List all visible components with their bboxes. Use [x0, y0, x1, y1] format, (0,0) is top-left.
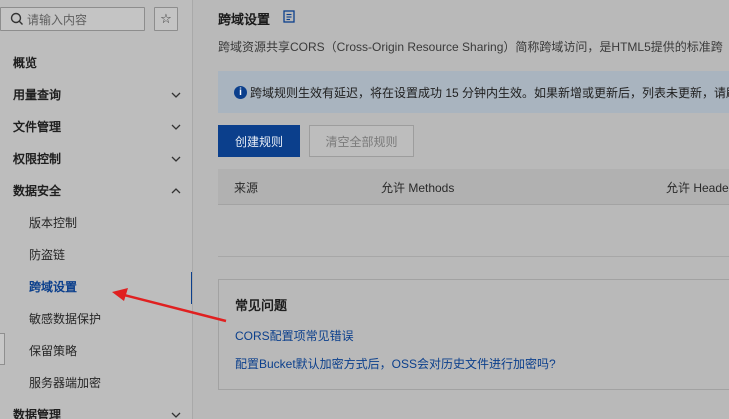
sidebar-subitem-hotlink[interactable]: 防盗链 [0, 239, 192, 271]
sidebar-search-row: ☆ [0, 7, 192, 33]
sidebar-item-data-management[interactable]: 数据管理 [0, 399, 192, 419]
sidebar-subitem-sensitive-data[interactable]: 敏感数据保护 [0, 303, 192, 335]
chevron-down-icon [171, 412, 181, 418]
sidebar-subitem-label: 敏感数据保护 [29, 312, 102, 326]
search-input[interactable] [27, 11, 139, 28]
sidebar-item-label: 文件管理 [13, 120, 62, 134]
column-header-headers: 允许 Heade [666, 181, 729, 195]
faq-link-bucket-encryption[interactable]: 配置Bucket默认加密方式后，OSS会对历史文件进行加密吗? [235, 355, 556, 372]
page-title: 跨域设置 [218, 12, 271, 27]
sidebar-subitem-label: 服务器端加密 [29, 376, 102, 390]
active-indicator [191, 272, 192, 304]
chevron-down-icon [171, 92, 181, 98]
column-header-methods: 允许 Methods [381, 181, 455, 195]
sidebar-item-files[interactable]: 文件管理 [0, 111, 192, 143]
sidebar-item-label: 概览 [13, 56, 38, 70]
faq-title: 常见问题 [235, 298, 288, 313]
main-content: 跨域设置 跨域资源共享CORS（Cross-Origin Resource Sh… [194, 0, 729, 419]
sidebar-item-usage[interactable]: 用量查询 [0, 79, 192, 111]
sidebar-item-label: 权限控制 [13, 152, 62, 166]
search-box[interactable] [0, 7, 145, 31]
sidebar: ☆ 概览 用量查询 文件管理 权限控制 数据安全 版本控制 防盗链 跨域设 [0, 0, 193, 419]
rules-table-body [218, 205, 729, 257]
faq-panel: 常见问题 CORS配置项常见错误 配置Bucket默认加密方式后，OSS会对历史… [218, 279, 729, 390]
chevron-up-icon [171, 188, 181, 194]
document-icon[interactable] [283, 10, 295, 23]
collapse-handle[interactable] [0, 333, 5, 365]
sidebar-nav: 概览 用量查询 文件管理 权限控制 数据安全 版本控制 防盗链 跨域设置 敏感数… [0, 47, 192, 419]
rules-table-header: 来源 允许 Methods 允许 Heade [218, 169, 729, 205]
sidebar-subitem-label: 保留策略 [29, 344, 78, 358]
search-icon [10, 12, 23, 25]
sidebar-subitem-label: 防盗链 [29, 248, 66, 262]
sidebar-item-overview[interactable]: 概览 [0, 47, 192, 79]
sidebar-subitem-cors[interactable]: 跨域设置 [0, 271, 192, 303]
column-header-origin: 来源 [234, 181, 259, 195]
sidebar-item-permissions[interactable]: 权限控制 [0, 143, 192, 175]
notice-text: 跨域规则生效有延迟，将在设置成功 15 分钟内生效。如果新增或更新后，列表未更新… [250, 86, 729, 100]
page-description: 跨域资源共享CORS（Cross-Origin Resource Sharing… [218, 40, 723, 54]
info-notice: i 跨域规则生效有延迟，将在设置成功 15 分钟内生效。如果新增或更新后，列表未… [218, 71, 729, 113]
sidebar-subitem-encryption[interactable]: 服务器端加密 [0, 367, 192, 399]
info-icon: i [234, 86, 247, 99]
sidebar-item-data-security[interactable]: 数据安全 [0, 175, 192, 207]
sidebar-subitem-label: 版本控制 [29, 216, 78, 230]
favorite-button[interactable]: ☆ [154, 7, 178, 31]
chevron-down-icon [171, 156, 181, 162]
sidebar-subitem-versioning[interactable]: 版本控制 [0, 207, 192, 239]
star-icon: ☆ [160, 11, 172, 26]
chevron-down-icon [171, 124, 181, 130]
create-rule-button[interactable]: 创建规则 [218, 125, 300, 157]
sidebar-subitem-label: 跨域设置 [29, 280, 78, 294]
faq-link-cors-errors[interactable]: CORS配置项常见错误 [235, 327, 354, 344]
sidebar-subitem-retention[interactable]: 保留策略 [0, 335, 192, 367]
sidebar-item-label: 数据管理 [13, 408, 62, 419]
clear-all-rules-button[interactable]: 清空全部规则 [309, 125, 414, 157]
sidebar-item-label: 用量查询 [13, 88, 62, 102]
sidebar-item-label: 数据安全 [13, 184, 62, 198]
